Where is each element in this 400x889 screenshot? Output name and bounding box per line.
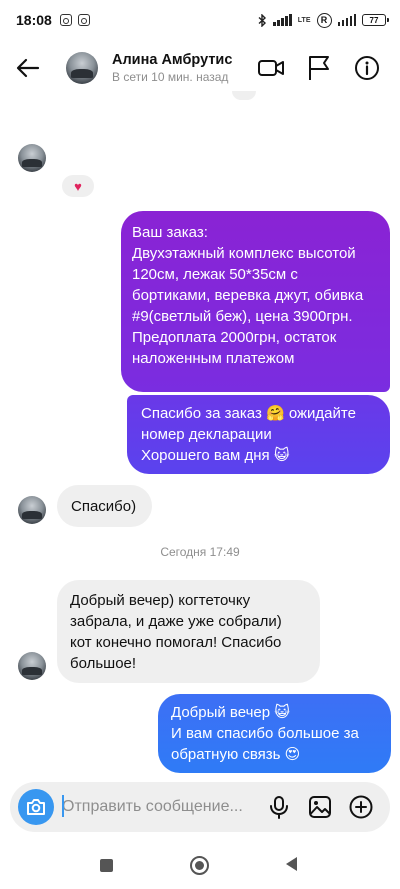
contact-status: В сети 10 мин. назад [112,70,229,84]
incoming-message-thanks[interactable]: Спасибо) [57,485,152,527]
sender-avatar[interactable] [18,652,46,680]
text-caret [62,795,64,817]
arrow-left-icon[interactable] [14,54,42,82]
plus-circle-icon[interactable] [348,794,374,820]
camera-button[interactable] [18,789,54,825]
battery-level: 77 [369,15,379,25]
network-type: LTE [297,16,311,24]
status-right: LTE R 77 [258,12,389,28]
system-nav-bar [0,845,400,889]
heart-reaction[interactable]: ♥ [62,175,94,197]
info-icon[interactable] [352,53,382,83]
message-input[interactable] [62,793,262,821]
sender-avatar[interactable] [18,496,46,524]
gallery-icon[interactable] [307,794,333,820]
notification-icons [59,14,90,26]
chat-header: Алина Амбрутис В сети 10 мин. назад [0,40,400,96]
home-button[interactable] [190,856,209,875]
bluetooth-icon [258,13,267,27]
scroll-indicator [232,91,256,100]
camera-icon [27,799,45,815]
contact-avatar[interactable] [66,52,98,84]
sender-avatar[interactable] [18,144,46,172]
battery-icon: 77 [362,14,389,26]
outgoing-message-order[interactable]: Ваш заказ: Двухэтажный комплекс высотой … [121,211,390,392]
outgoing-message-thanks[interactable]: Спасибо за заказ 🤗 ожидайте номер деклар… [127,395,390,474]
registered-icon: R [316,12,332,28]
incoming-message-evening[interactable]: Добрый вечер) когтеточку забрала, и даже… [57,580,320,683]
instagram-notification-icon-2 [77,14,90,26]
status-time: 18:08 [16,12,52,28]
date-divider: Сегодня 17:49 [160,545,240,559]
microphone-icon[interactable] [266,794,292,820]
signal-icon-2 [337,14,356,26]
status-bar: 18:08 LTE R 77 [0,0,400,40]
recents-button[interactable] [100,859,113,872]
back-button[interactable] [286,857,297,871]
flag-icon[interactable] [304,53,334,83]
outgoing-message-reply[interactable]: Добрый вечер 😺 И вам спасибо большое за … [158,694,391,773]
contact-name[interactable]: Алина Амбрутис [112,52,232,68]
message-composer [10,782,390,832]
instagram-notification-icon [59,14,72,26]
video-camera-icon[interactable] [256,53,286,83]
signal-icon [273,14,292,26]
